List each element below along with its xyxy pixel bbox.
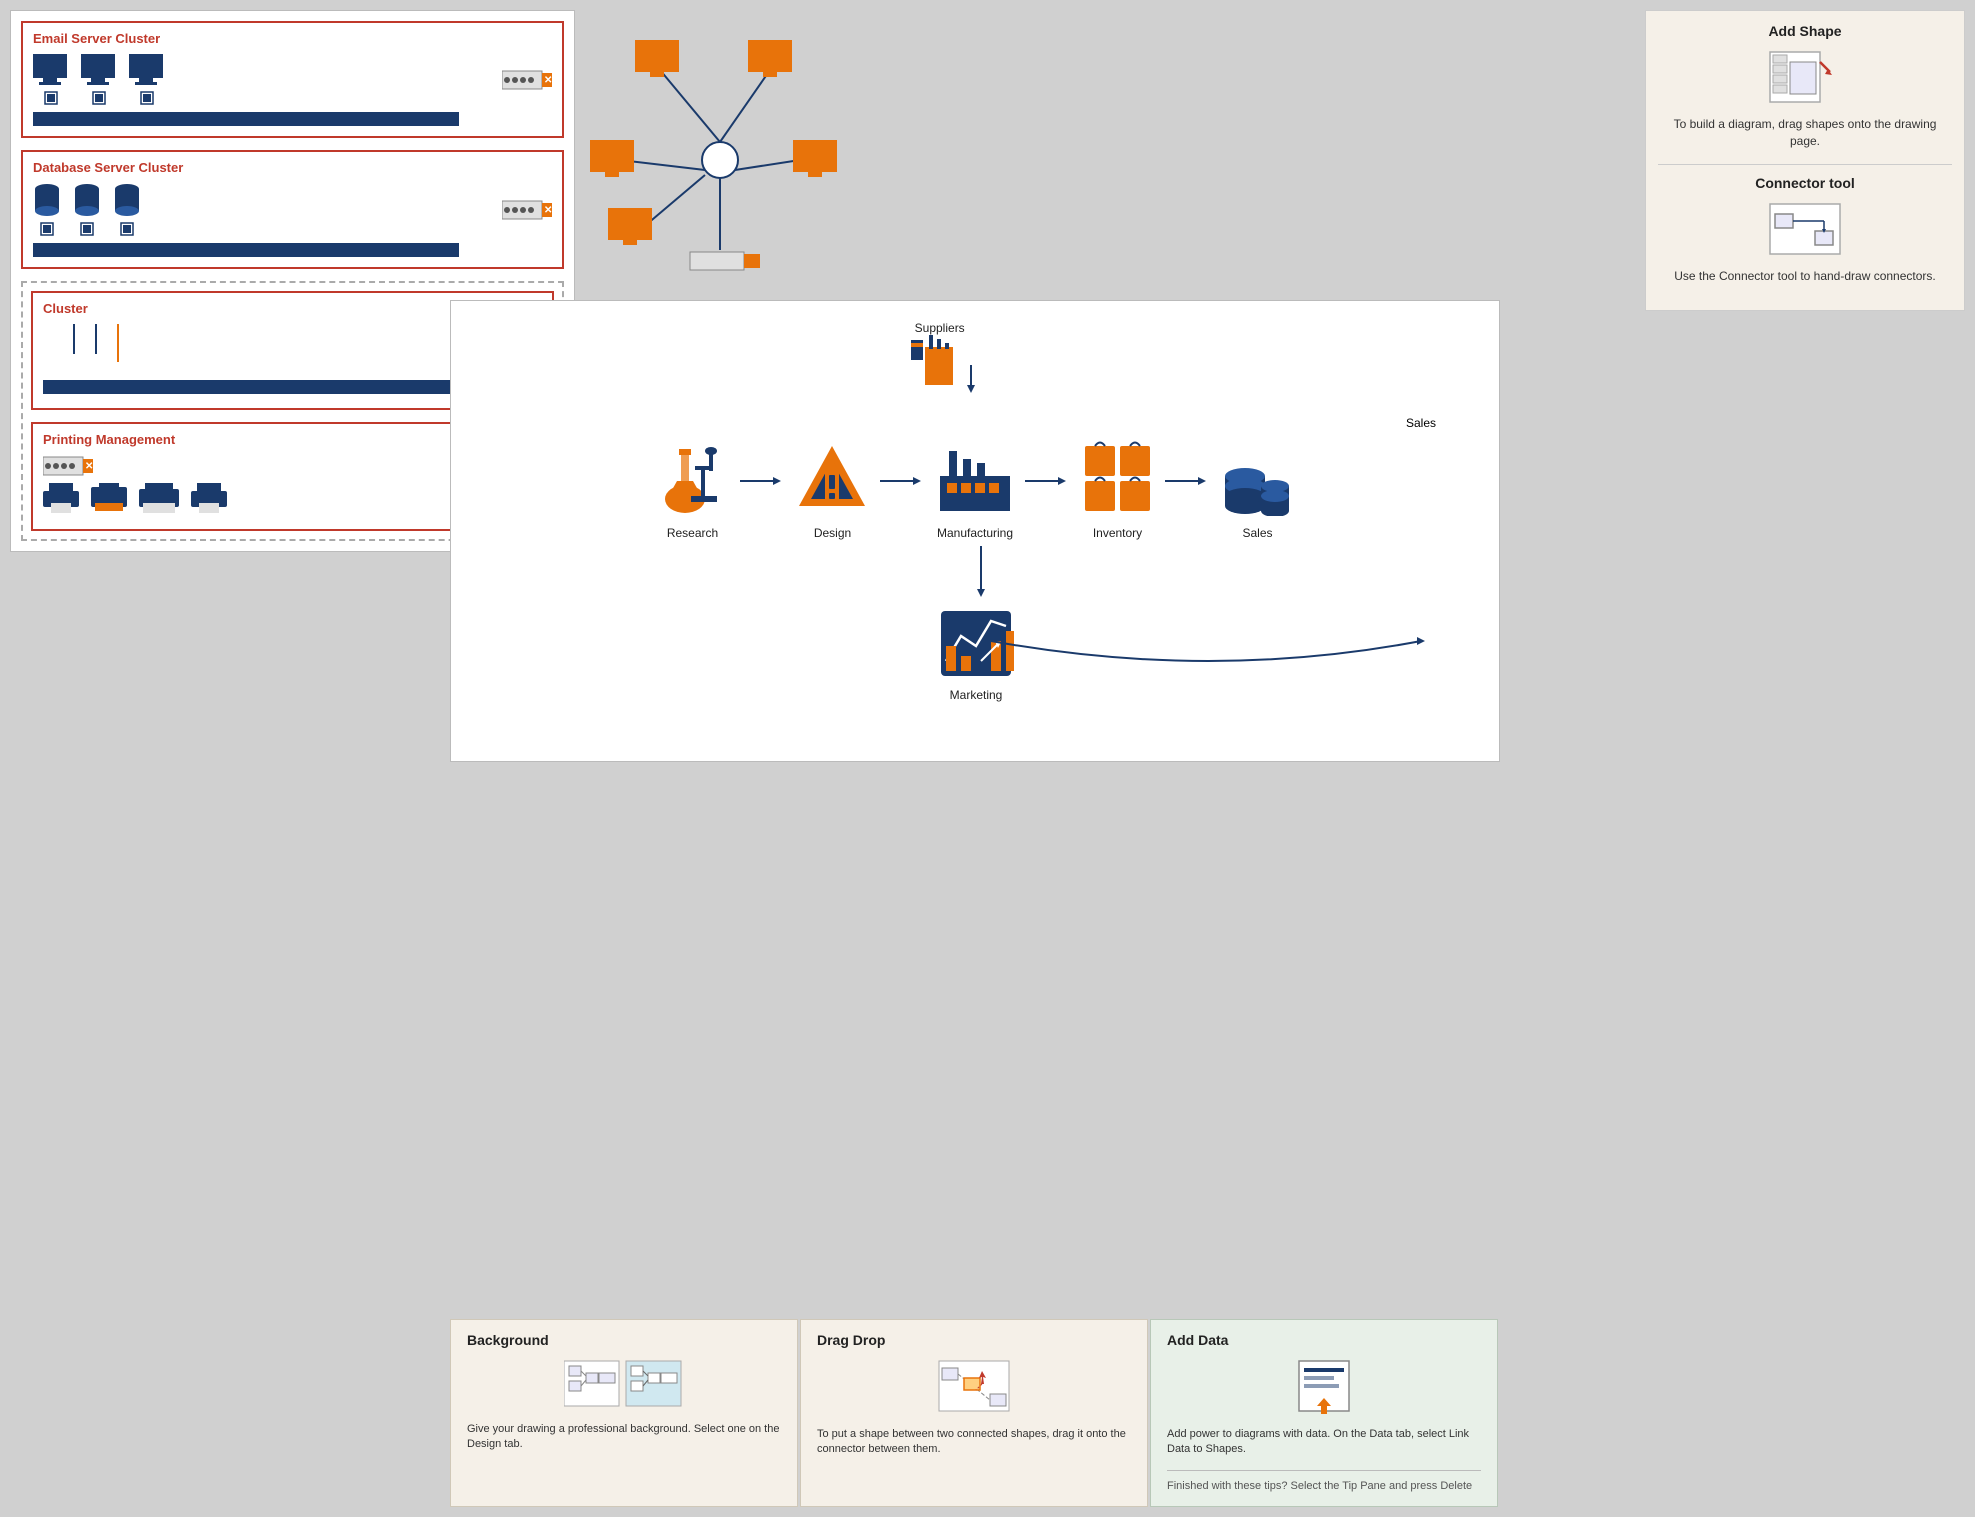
network-hub-svg [580, 30, 860, 290]
sales-label: Sales [1242, 526, 1272, 540]
suppliers-arrow [964, 365, 978, 395]
switch-2: ✕ [502, 199, 552, 221]
finish-tips-text: Finished with these tips? Select the Tip… [1167, 1479, 1481, 1494]
sales-icon [1220, 441, 1295, 516]
db-icon-2 [73, 183, 101, 237]
manufacturing-label: Manufacturing [937, 526, 1013, 540]
add-shape-icon [1765, 47, 1845, 107]
dragdrop-tip-title: Drag Drop [817, 1332, 1131, 1348]
background-tip-card: Background [450, 1319, 798, 1507]
adddata-tip-icon [1167, 1356, 1481, 1419]
background-tip-icon [467, 1356, 781, 1414]
switch-1: ✕ [502, 69, 552, 91]
email-cluster-title: Email Server Cluster [33, 31, 552, 46]
connector-icon-area [1658, 199, 1952, 262]
cluster-blue-bar [43, 380, 486, 394]
add-shape-title: Add Shape [1658, 23, 1952, 39]
background-tip-title: Background [467, 1332, 781, 1348]
connector-tool-text: Use the Connector tool to hand-draw conn… [1658, 268, 1952, 285]
stub-2 [95, 324, 97, 354]
marketing-label: Marketing [936, 688, 1016, 702]
email-blue-bar [33, 112, 459, 126]
suppliers-area: Suppliers [901, 321, 978, 398]
sales-step: Sales [1220, 441, 1295, 540]
adddata-tip-card: Add Data Add power to diagrams with data… [1150, 1319, 1498, 1507]
dragdrop-tip-card: Drag Drop To put a shape between two con… [800, 1319, 1148, 1507]
connector-icon [1765, 199, 1845, 259]
printer-4 [191, 483, 227, 513]
stub-1 [73, 324, 75, 354]
arrow-1 [740, 474, 785, 488]
add-shape-card: Add Shape To build a diagram, drag shape… [1658, 23, 1952, 150]
svg-text:✕: ✕ [85, 461, 93, 472]
manufacturing-icon [935, 441, 1015, 516]
stub-3 [117, 324, 119, 362]
dragdrop-tip-icon [817, 1356, 1131, 1419]
design-icon [795, 441, 870, 516]
tip-panel: Add Shape To build a diagram, drag shape… [1645, 10, 1965, 311]
process-inner: Suppliers [471, 321, 1479, 741]
background-icon [564, 1356, 684, 1411]
printer-3 [139, 483, 179, 513]
manufacturing-step: Manufacturing [935, 441, 1015, 540]
add-shape-text: To build a diagram, drag shapes onto the… [1658, 116, 1952, 150]
connector-tool-card: Connector tool Use the Connector tool to… [1658, 175, 1952, 285]
design-step: Design [795, 441, 870, 540]
monitor-2 [81, 54, 117, 106]
db-icons-row: ✕ [33, 183, 552, 237]
research-step: Research [655, 441, 730, 540]
arrow-3 [1025, 474, 1070, 488]
svg-text:✕: ✕ [544, 205, 552, 216]
adddata-icon [1289, 1356, 1359, 1416]
adddata-tip-title: Add Data [1167, 1332, 1481, 1348]
email-cluster-box: Email Server Cluster [21, 21, 564, 138]
hub-area [580, 30, 860, 290]
suppliers-label: Suppliers [901, 321, 978, 335]
monitor-1 [33, 54, 69, 106]
arrow-2 [880, 474, 925, 488]
design-label: Design [814, 526, 851, 540]
process-panel: Suppliers [450, 300, 1500, 762]
db-icon-3 [113, 183, 141, 237]
mfg-down-arrow [974, 546, 988, 604]
marketing-sales-arrow [981, 601, 1441, 684]
inventory-step: Inventory [1080, 441, 1155, 540]
sales-top-label: Sales [1406, 416, 1436, 430]
dragdrop-tip-text: To put a shape between two connected sha… [817, 1427, 1131, 1458]
db-cluster-box: Database Server Cluster [21, 150, 564, 269]
email-icons-row: ✕ [33, 54, 552, 106]
db-icon-1 [33, 183, 61, 237]
monitor-3 [129, 54, 165, 106]
arrow-4 [1165, 474, 1210, 488]
research-icon [655, 441, 730, 516]
bottom-tips: Background [450, 1319, 1500, 1507]
printer-2 [91, 483, 127, 513]
add-shape-icon-area [1658, 47, 1952, 110]
inventory-icon [1080, 441, 1155, 516]
finish-tips-area: Finished with these tips? Select the Tip… [1167, 1470, 1481, 1494]
dragdrop-icon [934, 1356, 1014, 1416]
suppliers-icon [901, 335, 961, 395]
inventory-label: Inventory [1093, 526, 1142, 540]
db-blue-bar [33, 243, 459, 257]
research-label: Research [667, 526, 718, 540]
flow-row: Research [471, 441, 1479, 540]
svg-text:✕: ✕ [544, 75, 552, 86]
tip-divider-1 [1658, 164, 1952, 165]
background-tip-text: Give your drawing a professional backgro… [467, 1422, 781, 1453]
adddata-tip-text: Add power to diagrams with data. On the … [1167, 1427, 1481, 1458]
printing-switch: ✕ [43, 455, 93, 477]
printer-1 [43, 483, 79, 513]
db-cluster-title: Database Server Cluster [33, 160, 552, 175]
connector-tool-title: Connector tool [1658, 175, 1952, 191]
main-canvas: Email Server Cluster [0, 0, 1975, 1517]
